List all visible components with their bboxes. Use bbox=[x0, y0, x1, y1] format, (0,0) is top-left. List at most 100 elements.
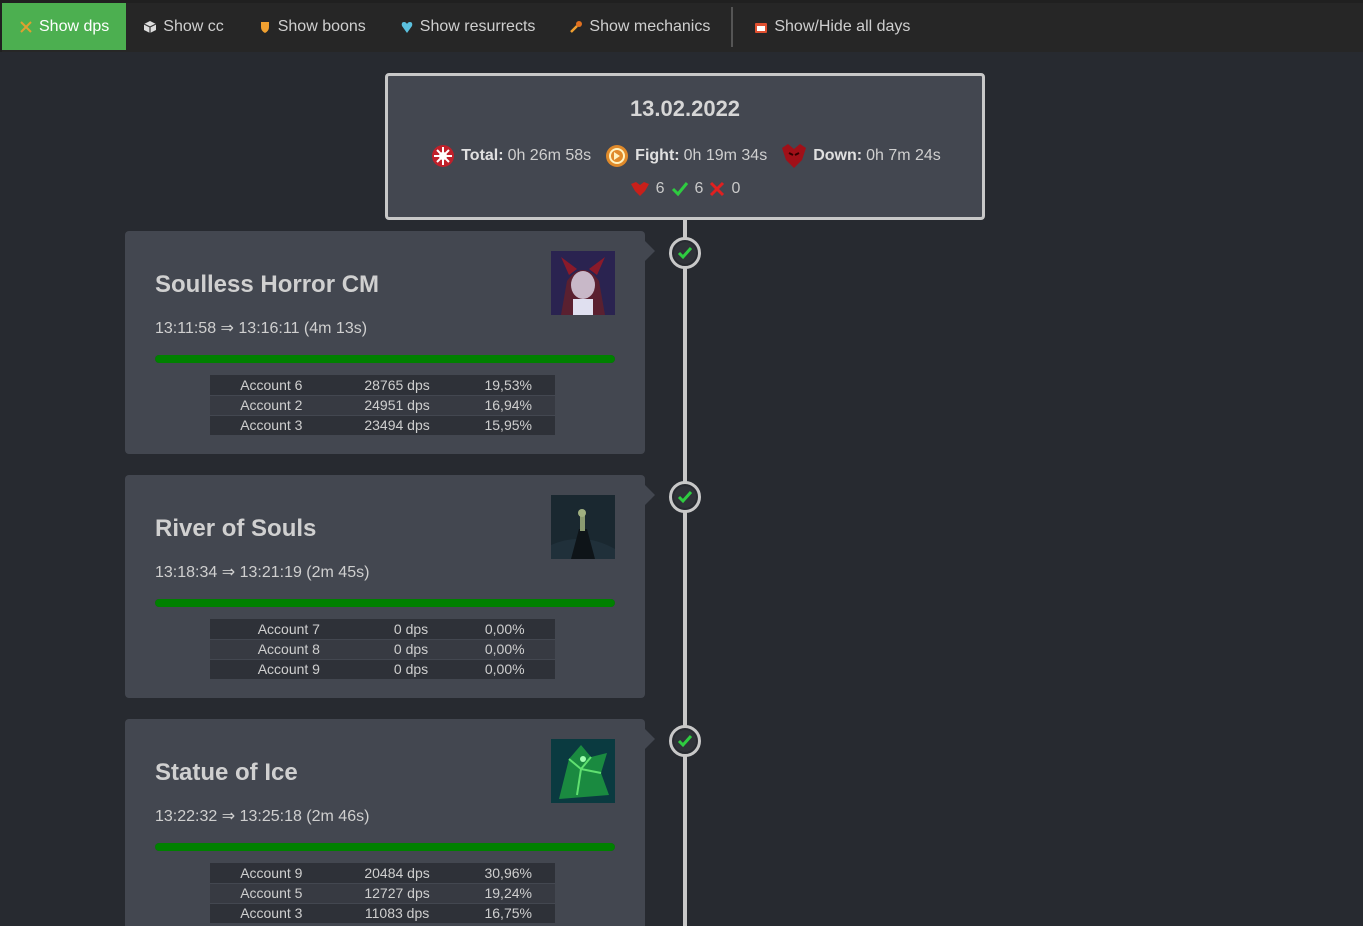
dps-cell: 0 dps bbox=[367, 639, 455, 659]
fight-stat: Fight: 0h 19m 34s bbox=[603, 142, 767, 170]
calendar-icon bbox=[754, 20, 768, 34]
boss-portrait-icon bbox=[551, 739, 615, 803]
dps-table: Account 9 20484 dps 30,96% Account 5 127… bbox=[210, 863, 555, 924]
total-label: Total: bbox=[461, 147, 504, 164]
fight-progress-bar bbox=[155, 843, 615, 851]
show-resurrects-label: Show resurrects bbox=[419, 17, 536, 35]
show-hide-all-days-label: Show/Hide all days bbox=[774, 17, 911, 35]
show-boons-label: Show boons bbox=[277, 17, 366, 35]
day-header[interactable]: 13.02.2022 Total: 0h 26m 58s Fight: 0h 1… bbox=[385, 73, 985, 220]
account-cell: Account 3 bbox=[210, 903, 333, 923]
percent-cell: 15,95% bbox=[461, 415, 555, 435]
table-row: Account 2 24951 dps 16,94% bbox=[210, 395, 555, 415]
timeline-node-success bbox=[669, 725, 701, 757]
dps-cell: 0 dps bbox=[367, 619, 455, 639]
dps-table: Account 7 0 dps 0,00% Account 8 0 dps 0,… bbox=[210, 619, 555, 680]
fight-label: Fight: bbox=[635, 147, 680, 164]
fail-count: 0 bbox=[731, 180, 741, 197]
fight-time: 13:18:34 ⇒ 13:21:19 (2m 45s) bbox=[155, 564, 370, 581]
total-time-icon bbox=[432, 145, 455, 167]
fail-cross-icon bbox=[710, 181, 725, 197]
show-cc-label: Show cc bbox=[163, 17, 224, 35]
account-cell: Account 3 bbox=[210, 415, 333, 435]
show-resurrects-button[interactable]: Show resurrects bbox=[383, 3, 553, 50]
dps-cell: 0 dps bbox=[367, 659, 455, 679]
account-cell: Account 6 bbox=[210, 375, 333, 395]
day-date: 13.02.2022 bbox=[629, 96, 741, 121]
toolbar-divider bbox=[731, 7, 734, 47]
table-row: Account 3 23494 dps 15,95% bbox=[210, 415, 555, 435]
day-stats: Total: 0h 26m 58s Fight: 0h 19m 34s Down… bbox=[388, 142, 982, 170]
show-boons-button[interactable]: Show boons bbox=[241, 3, 383, 50]
show-mechanics-button[interactable]: Show mechanics bbox=[552, 3, 727, 50]
fight-progress-bar bbox=[155, 599, 615, 607]
success-count: 6 bbox=[694, 180, 704, 197]
down-stat: Down: 0h 7m 24s bbox=[779, 142, 941, 170]
fight-name: Statue of Ice bbox=[155, 759, 298, 786]
dps-cell: 24951 dps bbox=[332, 395, 462, 415]
fight-time: 13:11:58 ⇒ 13:16:11 (4m 13s) bbox=[155, 320, 368, 337]
table-row: Account 7 0 dps 0,00% bbox=[210, 619, 555, 639]
toolbar: Show dps Show cc Show boons Show resurre… bbox=[0, 0, 1363, 52]
boss-portrait-icon bbox=[551, 251, 615, 315]
dps-table: Account 6 28765 dps 19,53% Account 2 249… bbox=[210, 375, 555, 436]
check-icon bbox=[677, 491, 693, 504]
success-check-icon bbox=[671, 182, 688, 197]
percent-cell: 16,94% bbox=[461, 395, 555, 415]
dps-cell: 23494 dps bbox=[332, 415, 462, 435]
show-dps-button[interactable]: Show dps bbox=[2, 3, 127, 50]
percent-cell: 0,00% bbox=[454, 619, 555, 639]
table-row: Account 6 28765 dps 19,53% bbox=[210, 375, 555, 395]
check-icon bbox=[677, 247, 693, 260]
wrench-icon bbox=[569, 20, 583, 34]
table-row: Account 5 12727 dps 19,24% bbox=[210, 883, 555, 903]
encounter-count-icon bbox=[630, 182, 649, 196]
percent-cell: 16,75% bbox=[461, 903, 555, 923]
dps-cell: 28765 dps bbox=[332, 375, 462, 395]
dps-cell: 12727 dps bbox=[332, 883, 462, 903]
timeline-line bbox=[683, 220, 687, 926]
down-value: 0h 7m 24s bbox=[866, 147, 941, 164]
fight-card[interactable]: River of Souls 13:18:34 ⇒ 13:21:19 (2m 4… bbox=[125, 475, 655, 698]
table-row: Account 9 0 dps 0,00% bbox=[210, 659, 555, 679]
account-cell: Account 9 bbox=[210, 863, 333, 883]
boss-portrait-icon bbox=[551, 495, 615, 559]
table-row: Account 9 20484 dps 30,96% bbox=[210, 863, 555, 883]
percent-cell: 30,96% bbox=[461, 863, 555, 883]
show-dps-label: Show dps bbox=[39, 17, 110, 35]
fight-time-icon bbox=[606, 145, 629, 167]
total-value: 0h 26m 58s bbox=[507, 147, 592, 164]
table-row: Account 8 0 dps 0,00% bbox=[210, 639, 555, 659]
percent-cell: 19,24% bbox=[461, 883, 555, 903]
fight-progress-bar bbox=[155, 355, 615, 363]
day-counts: 6 6 0 bbox=[388, 180, 982, 198]
crossed-swords-icon bbox=[19, 20, 33, 34]
percent-cell: 0,00% bbox=[454, 659, 555, 679]
down-label: Down: bbox=[813, 147, 863, 164]
account-cell: Account 9 bbox=[210, 659, 368, 679]
downtime-icon bbox=[782, 144, 807, 168]
show-hide-all-days-button[interactable]: Show/Hide all days bbox=[737, 3, 927, 50]
timeline-node-success bbox=[669, 481, 701, 513]
dps-cell: 20484 dps bbox=[332, 863, 462, 883]
shield-icon bbox=[258, 20, 272, 34]
fight-time: 13:22:32 ⇒ 13:25:18 (2m 46s) bbox=[155, 808, 370, 825]
fight-value: 0h 19m 34s bbox=[683, 147, 768, 164]
account-cell: Account 2 bbox=[210, 395, 333, 415]
percent-cell: 19,53% bbox=[461, 375, 555, 395]
fight-name: River of Souls bbox=[155, 515, 317, 542]
check-icon bbox=[677, 735, 693, 748]
encounter-count: 6 bbox=[655, 180, 665, 197]
total-stat: Total: 0h 26m 58s bbox=[429, 142, 591, 170]
fight-name: Soulless Horror CM bbox=[155, 271, 380, 298]
heart-icon bbox=[400, 20, 414, 34]
cube-icon bbox=[143, 20, 157, 34]
timeline-node-success bbox=[669, 237, 701, 269]
fight-card[interactable]: Statue of Ice 13:22:32 ⇒ 13:25:18 (2m 46… bbox=[125, 719, 655, 926]
account-cell: Account 7 bbox=[210, 619, 368, 639]
dps-cell: 11083 dps bbox=[332, 903, 462, 923]
fight-card[interactable]: Soulless Horror CM 13:11:58 ⇒ 13:16:11 (… bbox=[125, 231, 655, 454]
percent-cell: 0,00% bbox=[454, 639, 555, 659]
show-cc-button[interactable]: Show cc bbox=[126, 3, 240, 50]
account-cell: Account 8 bbox=[210, 639, 368, 659]
